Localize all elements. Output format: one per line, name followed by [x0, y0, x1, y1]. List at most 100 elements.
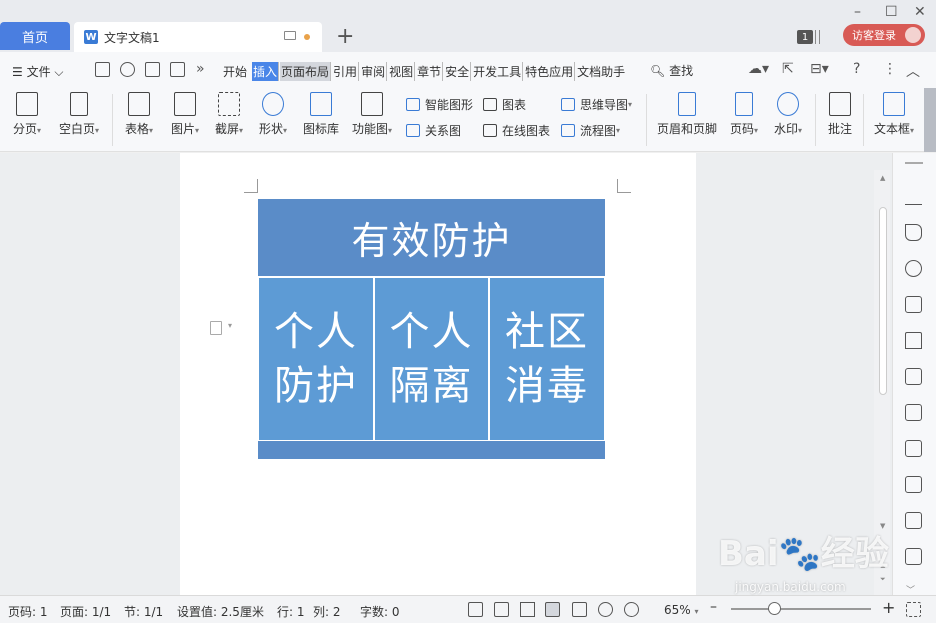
- more-options-icon[interactable]: ⋮: [883, 61, 897, 77]
- maximize-icon[interactable]: ☐: [885, 4, 898, 20]
- table-header-cell[interactable]: 有效防护: [258, 199, 605, 276]
- apps-icon[interactable]: [905, 404, 922, 421]
- monitor-icon[interactable]: [284, 31, 296, 40]
- ribbon-scroll-handle[interactable]: [924, 88, 936, 152]
- zoom-in-button[interactable]: +: [882, 598, 895, 617]
- table-grid-icon[interactable]: [905, 368, 922, 385]
- status-pages[interactable]: 页面: 1/1: [60, 603, 111, 620]
- tab-chapter[interactable]: 章节: [416, 62, 444, 81]
- tab-view[interactable]: 视图: [388, 62, 416, 81]
- status-page[interactable]: 页码: 1: [8, 603, 48, 620]
- tab-page-layout[interactable]: 页面布局: [280, 62, 332, 81]
- fit-page-icon[interactable]: [906, 602, 921, 617]
- page-break-button[interactable]: 分页▾: [10, 92, 44, 137]
- collapse-ribbon-icon[interactable]: ︿: [906, 61, 920, 81]
- function-chart-button[interactable]: 功能图▾: [348, 92, 396, 137]
- icon-library-button[interactable]: 图标库: [300, 92, 342, 137]
- zoom-value: 65%: [664, 603, 691, 617]
- status-setting[interactable]: 设置值: 2.5厘米: [177, 603, 264, 620]
- page-down-icon[interactable]: ⏷: [880, 575, 886, 584]
- watermark-button[interactable]: 水印▾: [770, 92, 806, 137]
- table-footer-row[interactable]: [258, 441, 605, 459]
- eye-protection-icon[interactable]: [624, 602, 639, 617]
- export-icon[interactable]: ⊟▾: [810, 61, 829, 77]
- status-col[interactable]: 列: 2: [313, 603, 341, 620]
- chevron-down-icon[interactable]: ▾: [228, 321, 232, 330]
- table-cell[interactable]: 社区 消毒: [490, 278, 604, 440]
- zoom-slider-track[interactable]: [731, 608, 871, 610]
- file-menu[interactable]: ☰ 文件 ⌵: [12, 63, 64, 80]
- cursor-select-icon[interactable]: [905, 224, 922, 241]
- comment-button[interactable]: 批注: [824, 92, 856, 137]
- shapes-icon[interactable]: [905, 296, 922, 313]
- help-icon[interactable]: ?: [853, 61, 860, 77]
- more-chevron-icon[interactable]: »: [196, 61, 205, 77]
- print-icon[interactable]: [145, 62, 160, 77]
- picture-button[interactable]: 图片▾: [167, 92, 203, 137]
- mind-map-button[interactable]: 思维导图 ▾: [561, 96, 632, 113]
- share-out-icon[interactable]: [905, 548, 922, 565]
- sliders-icon[interactable]: [905, 476, 922, 493]
- tab-home[interactable]: 首页: [0, 22, 70, 50]
- smart-art-button[interactable]: 智能图形: [406, 96, 473, 113]
- bar-chart-icon[interactable]: [905, 440, 922, 457]
- flowchart-button[interactable]: 流程图 ▾: [561, 122, 620, 139]
- tab-developer[interactable]: 开发工具: [472, 62, 524, 81]
- paragraph-layout-icon[interactable]: [210, 321, 222, 335]
- tab-security[interactable]: 安全: [444, 62, 472, 81]
- scrollbar-thumb[interactable]: [879, 207, 887, 395]
- window-count-badge[interactable]: 1: [797, 30, 813, 44]
- style-icon[interactable]: [905, 332, 922, 349]
- layout-bars-icon[interactable]: [815, 30, 820, 44]
- screenshot-button[interactable]: 截屏▾: [211, 92, 247, 137]
- page-view-icon[interactable]: [545, 602, 560, 617]
- page-number-button[interactable]: 页码▾: [726, 92, 762, 137]
- web-view-icon[interactable]: [598, 602, 613, 617]
- location-icon[interactable]: [905, 260, 922, 277]
- reading-mode-icon[interactable]: [494, 602, 509, 617]
- tab-insert[interactable]: 插入: [252, 62, 280, 81]
- status-row[interactable]: 行: 1: [277, 603, 305, 620]
- save-icon[interactable]: [95, 62, 110, 77]
- zoom-level[interactable]: 65% ▾: [664, 603, 699, 617]
- blank-page-button[interactable]: 空白页▾: [55, 92, 103, 137]
- header-footer-button[interactable]: 页眉和页脚: [654, 92, 720, 137]
- pen-icon[interactable]: [905, 188, 922, 205]
- icon-library-label: 图标库: [302, 122, 339, 136]
- tab-references[interactable]: 引用: [332, 62, 360, 81]
- table-cell[interactable]: 个人 隔离: [375, 278, 488, 440]
- zoom-slider-knob[interactable]: [768, 602, 781, 615]
- table-cell[interactable]: 个人 防护: [259, 278, 373, 440]
- status-word-count[interactable]: 字数: 0: [360, 603, 400, 620]
- format-painter-icon[interactable]: [120, 62, 135, 77]
- search-command[interactable]: 🔍︎ 查找: [650, 62, 693, 79]
- share-icon[interactable]: ⇱: [782, 61, 794, 77]
- relation-chart-button[interactable]: 关系图: [406, 122, 461, 139]
- zoom-out-button[interactable]: –: [710, 599, 717, 615]
- online-chart-button[interactable]: 在线图表: [483, 122, 550, 139]
- guest-login-button[interactable]: 访客登录: [843, 24, 925, 46]
- print-preview-icon[interactable]: [170, 62, 185, 77]
- chart-button[interactable]: 图表: [483, 96, 526, 113]
- table-button[interactable]: 表格▾: [121, 92, 157, 137]
- status-section[interactable]: 节: 1/1: [124, 603, 163, 620]
- file-menu-label: 文件: [26, 65, 51, 79]
- shape-button[interactable]: 形状▾: [255, 92, 291, 137]
- fullscreen-icon[interactable]: [468, 602, 483, 617]
- ribbon-divider: [863, 94, 864, 146]
- relation-chart-icon: [406, 124, 420, 137]
- text-box-button[interactable]: 文本框▾: [870, 92, 918, 137]
- image-frame-icon[interactable]: [905, 512, 922, 529]
- outline-view-icon[interactable]: [572, 602, 587, 617]
- minimize-icon[interactable]: –: [854, 4, 861, 20]
- new-tab-button[interactable]: +: [336, 24, 354, 49]
- login-label: 访客登录: [852, 29, 896, 42]
- scroll-up-icon[interactable]: ▲: [880, 174, 885, 182]
- tab-review[interactable]: 审阅: [360, 62, 388, 81]
- close-icon[interactable]: ✕: [914, 4, 926, 20]
- tab-doc-assistant[interactable]: 文档助手: [576, 62, 626, 81]
- edit-mode-icon[interactable]: [520, 602, 535, 617]
- cloud-sync-icon[interactable]: ☁▾: [748, 61, 769, 77]
- tab-start[interactable]: 开始: [222, 62, 248, 81]
- tab-features[interactable]: 特色应用: [524, 62, 576, 81]
